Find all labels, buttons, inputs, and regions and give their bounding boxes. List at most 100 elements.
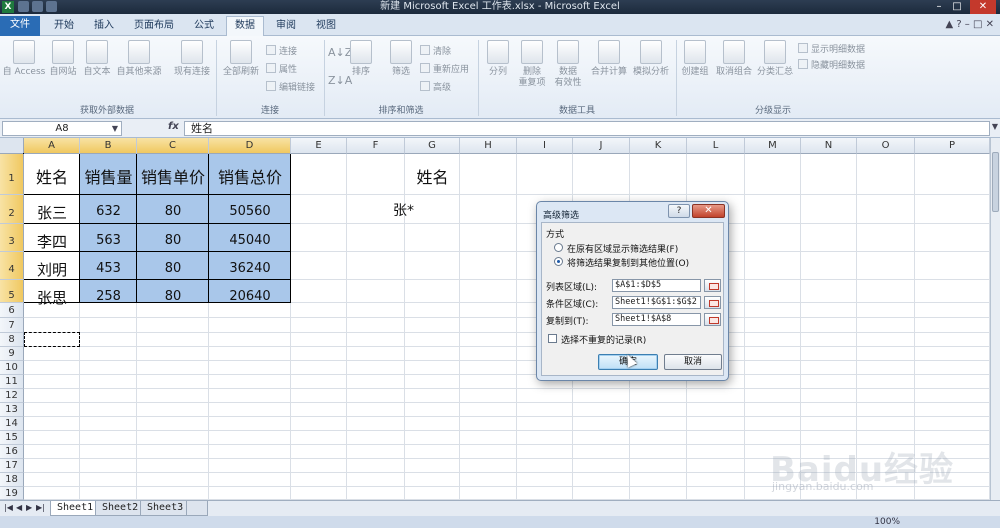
row-header-16[interactable]: 16 bbox=[0, 445, 24, 459]
table-header-cell[interactable]: 销售量 bbox=[80, 164, 137, 188]
table-data-cell[interactable]: 563 bbox=[80, 233, 137, 248]
data-validation-button[interactable]: 数据 有效性 bbox=[552, 40, 584, 89]
fx-icon[interactable]: fx bbox=[168, 121, 179, 132]
filter-button[interactable]: 筛选 bbox=[386, 40, 416, 78]
unique-records-label[interactable]: 选择不重复的记录(R) bbox=[561, 333, 646, 346]
what-if-analysis-button[interactable]: 模拟分析 bbox=[630, 40, 672, 78]
existing-connections-button[interactable]: 现有连接 bbox=[170, 40, 214, 78]
table-data-cell[interactable]: 36240 bbox=[209, 261, 291, 276]
row-header-13[interactable]: 13 bbox=[0, 403, 24, 417]
column-header-h[interactable]: H bbox=[460, 138, 517, 154]
column-header-a[interactable]: A bbox=[24, 138, 80, 154]
column-header-b[interactable]: B bbox=[80, 138, 137, 154]
row-header-1[interactable]: 1 bbox=[0, 154, 24, 195]
close-icon[interactable]: ✕ bbox=[970, 0, 996, 14]
zoom-level[interactable]: 100% bbox=[874, 516, 900, 528]
column-header-e[interactable]: E bbox=[291, 138, 347, 154]
tab-file[interactable]: 文件 bbox=[0, 16, 40, 36]
table-data-cell[interactable]: 80 bbox=[137, 261, 209, 276]
consolidate-button[interactable]: 合并计算 bbox=[588, 40, 630, 78]
insert-sheet-icon[interactable] bbox=[186, 501, 208, 516]
table-data-cell[interactable]: 453 bbox=[80, 261, 137, 276]
sheet-tab-sheet2[interactable]: Sheet2 bbox=[95, 501, 146, 516]
row-header-12[interactable]: 12 bbox=[0, 389, 24, 403]
column-header-p[interactable]: P bbox=[915, 138, 990, 154]
name-box[interactable]: A8 ▼ bbox=[2, 121, 122, 136]
column-header-g[interactable]: G bbox=[405, 138, 460, 154]
reapply-button[interactable]: 重新应用 bbox=[420, 62, 469, 75]
table-data-cell[interactable]: 张思 bbox=[24, 287, 80, 308]
tab-home[interactable]: 开始 bbox=[46, 17, 82, 36]
table-header-cell[interactable]: 销售总价 bbox=[209, 164, 291, 188]
sheet-tab-sheet3[interactable]: Sheet3 bbox=[140, 501, 191, 516]
cancel-button[interactable]: 取消 bbox=[664, 354, 722, 370]
row-header-15[interactable]: 15 bbox=[0, 431, 24, 445]
criteria-header-cell[interactable]: 姓名 bbox=[405, 164, 460, 188]
ungroup-button[interactable]: 取消组合 bbox=[714, 40, 754, 78]
row-header-10[interactable]: 10 bbox=[0, 361, 24, 375]
hide-detail-button[interactable]: 隐藏明细数据 bbox=[798, 58, 865, 71]
criteria-value-cell[interactable]: 张* bbox=[393, 200, 423, 220]
table-data-cell[interactable]: 80 bbox=[137, 204, 209, 219]
help-button[interactable]: ? bbox=[668, 204, 690, 218]
row-header-2[interactable]: 2 bbox=[0, 195, 24, 224]
show-detail-button[interactable]: 显示明细数据 bbox=[798, 42, 865, 55]
radio-copy-to-location[interactable] bbox=[554, 257, 563, 266]
radio-copy-to-location-label[interactable]: 将筛选结果复制到其他位置(O) bbox=[567, 256, 689, 269]
column-header-i[interactable]: I bbox=[517, 138, 573, 154]
column-header-m[interactable]: M bbox=[745, 138, 801, 154]
table-header-cell[interactable]: 销售单价 bbox=[137, 164, 209, 188]
from-text-button[interactable]: 自文本 bbox=[80, 40, 114, 78]
dialog-close-button[interactable]: ✕ bbox=[692, 204, 725, 218]
column-header-o[interactable]: O bbox=[857, 138, 915, 154]
first-sheet-icon[interactable]: |◀ bbox=[4, 503, 13, 512]
column-header-d[interactable]: D bbox=[209, 138, 291, 154]
sort-button[interactable]: 排序 bbox=[346, 40, 376, 78]
row-header-6[interactable]: 6 bbox=[0, 303, 24, 318]
scroll-thumb[interactable] bbox=[992, 152, 999, 212]
row-header-5[interactable]: 5 bbox=[0, 280, 24, 303]
table-data-cell[interactable]: 李四 bbox=[24, 231, 80, 252]
tab-data[interactable]: 数据 bbox=[226, 16, 264, 37]
from-other-sources-button[interactable]: 自其他来源 bbox=[114, 40, 164, 78]
row-header-3[interactable]: 3 bbox=[0, 224, 24, 252]
copy-to-input[interactable]: Sheet1!$A$8 bbox=[612, 313, 701, 326]
row-header-7[interactable]: 7 bbox=[0, 318, 24, 333]
select-all-corner[interactable] bbox=[0, 138, 24, 154]
advanced-filter-button[interactable]: 高级 bbox=[420, 80, 451, 93]
column-header-f[interactable]: F bbox=[347, 138, 405, 154]
table-data-cell[interactable]: 80 bbox=[137, 289, 209, 304]
prev-sheet-icon[interactable]: ◀ bbox=[16, 503, 22, 512]
vertical-scrollbar[interactable] bbox=[990, 138, 1000, 500]
tab-insert[interactable]: 插入 bbox=[86, 17, 122, 36]
minimize-icon[interactable]: – bbox=[930, 0, 948, 14]
from-access-button[interactable]: 自 Access bbox=[2, 40, 46, 78]
table-data-cell[interactable]: 20640 bbox=[209, 289, 291, 304]
table-data-cell[interactable]: 50560 bbox=[209, 204, 291, 219]
table-data-cell[interactable]: 258 bbox=[80, 289, 137, 304]
column-header-j[interactable]: J bbox=[573, 138, 630, 154]
properties-button[interactable]: 属性 bbox=[266, 62, 297, 75]
table-data-cell[interactable]: 80 bbox=[137, 233, 209, 248]
row-header-18[interactable]: 18 bbox=[0, 473, 24, 487]
list-range-input[interactable]: $A$1:$D$5 bbox=[612, 279, 701, 292]
chevron-down-icon[interactable]: ▼ bbox=[112, 122, 118, 135]
expand-formula-icon[interactable]: ▼ bbox=[992, 122, 998, 131]
criteria-range-collapse-icon[interactable] bbox=[704, 296, 721, 309]
table-data-cell[interactable]: 632 bbox=[80, 204, 137, 219]
sheet-tab-sheet1[interactable]: Sheet1 bbox=[50, 501, 101, 516]
table-data-cell[interactable]: 刘明 bbox=[24, 259, 80, 280]
refresh-all-button[interactable]: 全部刷新 bbox=[220, 40, 262, 78]
row-header-17[interactable]: 17 bbox=[0, 459, 24, 473]
column-header-l[interactable]: L bbox=[687, 138, 745, 154]
list-range-collapse-icon[interactable] bbox=[704, 279, 721, 292]
ribbon-help-icon[interactable]: ▲ ? – □ ✕ bbox=[945, 19, 994, 30]
tab-page-layout[interactable]: 页面布局 bbox=[126, 17, 182, 36]
row-header-8[interactable]: 8 bbox=[0, 333, 24, 347]
row-header-19[interactable]: 19 bbox=[0, 487, 24, 500]
group-button[interactable]: 创建组 bbox=[678, 40, 712, 78]
tab-formulas[interactable]: 公式 bbox=[186, 17, 222, 36]
row-header-4[interactable]: 4 bbox=[0, 252, 24, 280]
row-header-9[interactable]: 9 bbox=[0, 347, 24, 361]
edit-links-button[interactable]: 编辑链接 bbox=[266, 80, 315, 93]
